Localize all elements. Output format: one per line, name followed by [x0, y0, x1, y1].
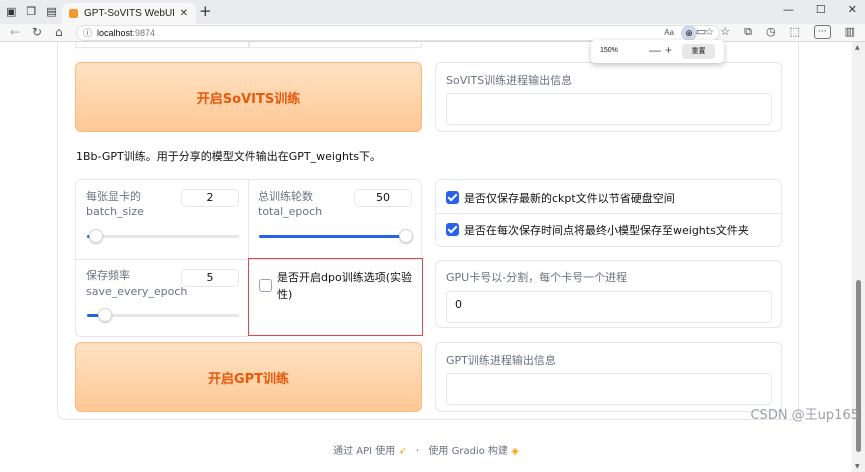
refresh-icon[interactable]: ↻ [32, 25, 42, 39]
csdn-watermark: CSDN @王up165 [750, 408, 859, 423]
scrollbar-thumb[interactable] [856, 280, 861, 452]
gpt-output-label: GPT训练进程输出信息 [446, 354, 556, 367]
rocket-icon: ➶ [398, 446, 407, 457]
save-options-panel: 是否仅保存最新的ckpt文件以节省硬盘空间 是否在每次保存时间点将最终小模型保存… [435, 179, 782, 247]
back-icon[interactable]: ← [10, 25, 20, 39]
zoom-popup: 150% — + 重置 [591, 40, 724, 63]
start-gpt-training-label: 开启GPT训练 [207, 371, 290, 387]
batch-size-label-cn: 每张显卡的 [86, 190, 141, 203]
total-epoch-slider-block: 总训练轮数 total_epoch 50 [249, 179, 422, 260]
zoom-reset-button[interactable]: 重置 [682, 44, 715, 59]
browser-toolbar: ← ↻ ⌂ ⓘ localhost:9874 Aa ⊕ ☆ ▭ ☆ ⧉ ◷ ⬚ … [0, 24, 865, 42]
total-epoch-label-en: total_epoch [258, 205, 323, 218]
save-latest-label[interactable]: 是否仅保存最新的ckpt文件以节省硬盘空间 [464, 190, 675, 206]
batch-size-number-input[interactable]: 2 [181, 189, 239, 207]
workspaces-icon[interactable]: ❐ [26, 5, 36, 18]
batch-size-label-en: batch_size [86, 205, 144, 218]
scroll-down-icon[interactable]: ▼ [855, 463, 860, 470]
built-with-gradio-link[interactable]: 使用 Gradio 构建 [428, 446, 508, 457]
page-footer: 通过 API 使用 ➶ · 使用 Gradio 构建 ◈ [0, 442, 852, 457]
footer-separator: · [416, 446, 420, 457]
total-epoch-number-input[interactable]: 50 [354, 189, 412, 207]
save-small-model-checkbox[interactable] [446, 223, 459, 236]
tab-actions-icon[interactable]: ▤ [46, 5, 56, 18]
gpt-section-description: 1Bb-GPT训练。用于分享的模型文件输出在GPT_weights下。 [76, 150, 381, 163]
sovits-output-textarea[interactable] [446, 93, 772, 125]
history-icon[interactable]: ◷ [766, 25, 776, 39]
save-every-epoch-slider-block: 保存频率 save_every_epoch 5 [75, 260, 249, 337]
extensions-icon[interactable]: ⬚ [790, 25, 800, 39]
batch-size-slider-block: 每张显卡的 batch_size 2 [75, 179, 249, 260]
total-epoch-slider-thumb[interactable] [399, 229, 413, 243]
use-via-api-link[interactable]: 通过 API 使用 [333, 446, 395, 457]
total-epoch-slider[interactable] [259, 229, 413, 243]
address-bar[interactable]: ⓘ localhost:9874 Aa ⊕ ☆ [76, 25, 720, 41]
tab-close-icon[interactable]: ✕ [180, 3, 188, 24]
zoom-in-button[interactable]: + [665, 43, 672, 57]
url-host: localhost [97, 28, 133, 38]
sidebar-icon[interactable]: ▥ [845, 25, 855, 39]
new-tab-button[interactable]: + [199, 2, 212, 20]
save-latest-checkbox[interactable] [446, 191, 459, 204]
checkbox-divider [436, 213, 781, 214]
start-gpt-training-button[interactable]: 开启GPT训练 [75, 342, 422, 412]
gpt-output-textarea[interactable] [446, 373, 772, 405]
site-info-icon[interactable]: ⓘ [83, 26, 92, 40]
minimize-button[interactable]: — [783, 3, 794, 16]
zoom-percent: 150% [600, 47, 618, 54]
window-icons: ▣ ❐ ▤ [6, 5, 57, 18]
gpu-ids-label: GPU卡号以-分割，每个卡号一个进程 [446, 271, 628, 284]
save-every-epoch-slider[interactable] [87, 308, 239, 322]
slider-fragment-right [249, 42, 422, 48]
save-every-epoch-label-en: save_every_epoch [86, 285, 188, 298]
gpu-ids-panel: GPU卡号以-分割，每个卡号一个进程 0 [435, 260, 782, 328]
slider-fragment-left [75, 42, 249, 48]
sovits-output-panel: SoVITS训练进程输出信息 [435, 62, 782, 132]
scroll-up-icon[interactable]: ▲ [855, 44, 860, 51]
total-epoch-slider-fill [259, 235, 409, 238]
home-icon[interactable]: ⌂ [55, 25, 63, 39]
more-menu-button[interactable]: ··· [814, 25, 831, 39]
batch-size-slider-thumb[interactable] [89, 229, 103, 243]
total-epoch-label-cn: 总训练轮数 [258, 190, 313, 203]
read-aloud-icon[interactable]: Aa [664, 26, 674, 40]
profile-icon[interactable]: ▣ [6, 5, 16, 18]
close-window-button[interactable]: ✕ [848, 3, 857, 16]
browser-titlebar: ▣ ❐ ▤ GPT-SoVITS WebUI ✕ + — ☐ ✕ [0, 0, 865, 24]
zoom-icon[interactable]: ⊕ [681, 25, 697, 41]
split-screen-icon[interactable]: ▭ [696, 25, 706, 39]
save-small-model-label[interactable]: 是否在每次保存时间点将最终小模型保存至weights文件夹 [464, 222, 749, 238]
start-sovits-training-button[interactable]: 开启SoVITS训练 [75, 62, 422, 132]
url-port: :9874 [132, 28, 156, 38]
gpu-ids-input[interactable]: 0 [446, 291, 772, 323]
maximize-button[interactable]: ☐ [816, 3, 826, 16]
browser-tab[interactable]: GPT-SoVITS WebUI ✕ [62, 3, 196, 24]
gradio-logo-icon: ◈ [511, 446, 519, 457]
save-every-epoch-label-cn: 保存频率 [86, 269, 130, 282]
dpo-highlight-box [248, 258, 423, 336]
batch-size-slider[interactable] [87, 229, 239, 243]
toolbar-right-icons: ▭ ☆ ⧉ ◷ ⬚ ··· ▥ [696, 25, 855, 39]
favorites-icon[interactable]: ☆ [720, 25, 730, 39]
page-viewport: 开启SoVITS训练 SoVITS训练进程输出信息 1Bb-GPT训练。用于分享… [0, 42, 852, 472]
zoom-out-button[interactable]: — [649, 43, 661, 57]
tab-title: GPT-SoVITS WebUI [84, 8, 175, 19]
save-every-epoch-number-input[interactable]: 5 [181, 269, 239, 287]
save-every-epoch-slider-thumb[interactable] [98, 308, 112, 322]
gpt-output-panel: GPT训练进程输出信息 [435, 342, 782, 412]
start-sovits-training-label: 开启SoVITS训练 [196, 91, 301, 107]
gradio-favicon-icon [69, 9, 78, 18]
window-controls: — ☐ ✕ [783, 3, 857, 16]
sovits-output-label: SoVITS训练进程输出信息 [446, 74, 573, 87]
collections-icon[interactable]: ⧉ [744, 25, 752, 39]
